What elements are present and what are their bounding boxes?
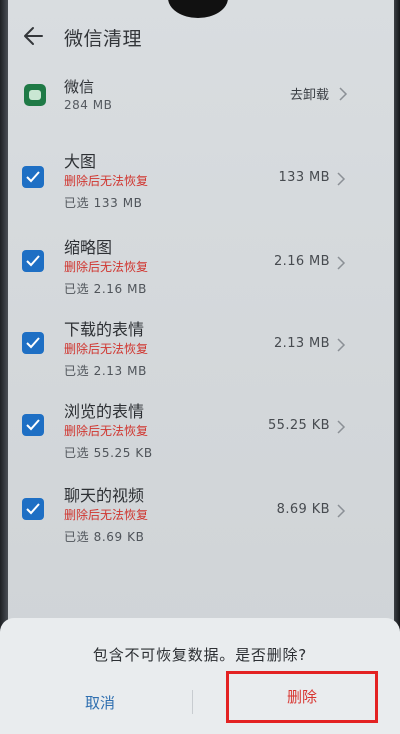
checkbox-checked-icon[interactable]: [22, 498, 44, 520]
checkbox-checked-icon[interactable]: [22, 332, 44, 354]
chevron-right-icon: [336, 419, 346, 434]
list-item-thumbnails[interactable]: 缩略图 删除后无法恢复 已选 2.16 MB 2.16 MB: [0, 234, 400, 310]
item-warning: 删除后无法恢复: [64, 260, 149, 274]
dialog-message: 包含不可恢复数据。是否删除?: [92, 646, 308, 664]
delete-button[interactable]: 删除: [226, 671, 378, 723]
wechat-icon: [24, 84, 46, 106]
chevron-right-icon: [338, 86, 348, 101]
item-title: 下载的表情: [64, 320, 145, 339]
item-selected: 已选 55.25 KB: [64, 446, 153, 460]
cancel-button[interactable]: 取消: [40, 688, 160, 718]
list-item-chat-videos[interactable]: 聊天的视频 删除后无法恢复 已选 8.69 KB 8.69 KB: [0, 482, 400, 558]
item-selected: 已选 2.13 MB: [64, 364, 147, 378]
checkbox-checked-icon[interactable]: [22, 166, 44, 188]
camera-notch: [168, 0, 228, 18]
phone-screen: 微信清理 微信 284 MB 去卸载 大图 删除后无法恢复 已选 133 MB …: [0, 0, 400, 734]
item-warning: 删除后无法恢复: [64, 174, 149, 188]
item-title: 浏览的表情: [64, 402, 145, 421]
button-divider: [192, 690, 193, 714]
item-size: 55.25 KB: [268, 418, 330, 433]
item-selected: 已选 2.16 MB: [64, 282, 147, 296]
checkbox-checked-icon[interactable]: [22, 414, 44, 436]
list-item-large-images[interactable]: 大图 删除后无法恢复 已选 133 MB 133 MB: [0, 148, 400, 224]
back-arrow-icon[interactable]: [22, 22, 46, 50]
chevron-right-icon: [336, 503, 346, 518]
chevron-right-icon: [336, 171, 346, 186]
uninstall-link[interactable]: 去卸载: [290, 84, 329, 103]
app-size: 284 MB: [64, 98, 113, 112]
item-title: 聊天的视频: [64, 486, 145, 505]
item-warning: 删除后无法恢复: [64, 424, 149, 438]
item-size: 8.69 KB: [276, 502, 330, 517]
item-title: 大图: [64, 152, 97, 171]
app-row-wechat: 微信 284 MB 去卸载: [0, 76, 400, 122]
item-warning: 删除后无法恢复: [64, 508, 149, 522]
chevron-right-icon: [336, 337, 346, 352]
item-warning: 删除后无法恢复: [64, 342, 149, 356]
item-selected: 已选 8.69 KB: [64, 530, 145, 544]
checkbox-checked-icon[interactable]: [22, 250, 44, 272]
item-size: 2.13 MB: [273, 336, 330, 351]
top-bar: 微信清理: [0, 20, 400, 56]
list-item-browsed-stickers[interactable]: 浏览的表情 删除后无法恢复 已选 55.25 KB 55.25 KB: [0, 398, 400, 474]
item-selected: 已选 133 MB: [64, 196, 143, 210]
item-title: 缩略图: [64, 238, 113, 257]
item-size: 2.16 MB: [273, 254, 330, 269]
list-item-downloaded-stickers[interactable]: 下载的表情 删除后无法恢复 已选 2.13 MB 2.13 MB: [0, 316, 400, 392]
item-size: 133 MB: [278, 170, 330, 185]
app-name: 微信: [64, 78, 95, 96]
chevron-right-icon: [336, 255, 346, 270]
delete-button-label: 删除: [286, 688, 317, 706]
page-title: 微信清理: [64, 28, 143, 50]
